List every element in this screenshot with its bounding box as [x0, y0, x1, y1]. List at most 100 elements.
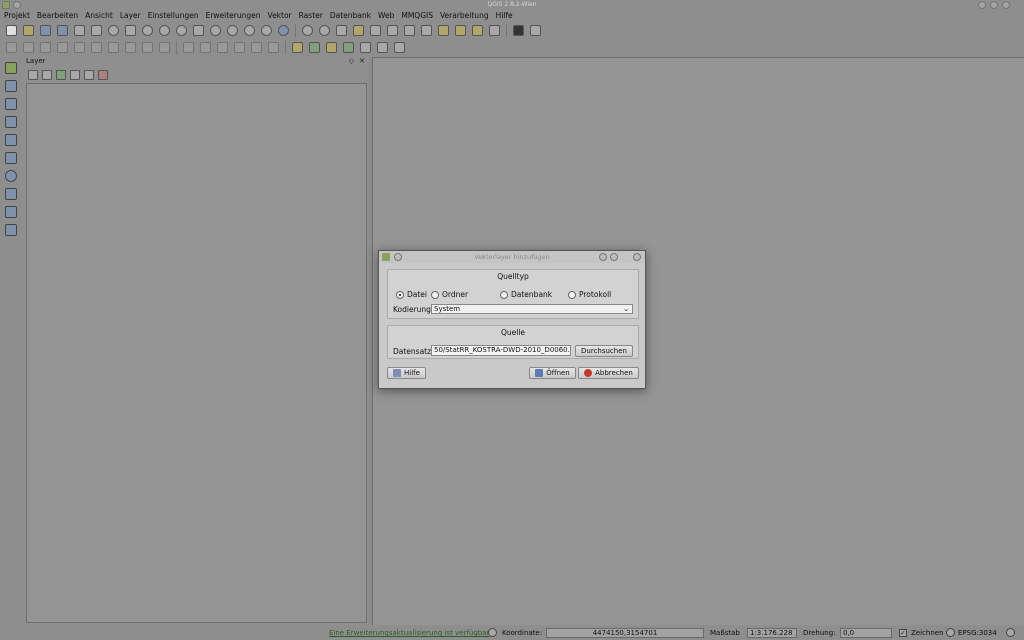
- maximize-button[interactable]: [990, 1, 998, 9]
- menu-projekt[interactable]: Projekt: [4, 10, 30, 22]
- collapse-all-icon[interactable]: [84, 69, 94, 80]
- plugin-update-link[interactable]: Eine Erweiterungsaktualisierung ist verf…: [329, 629, 489, 637]
- menu-ansicht[interactable]: Ansicht: [85, 10, 113, 22]
- render-checkbox[interactable]: ✓: [899, 629, 907, 637]
- zoom-next-button[interactable]: [259, 24, 274, 38]
- filter-legend-icon[interactable]: [56, 69, 66, 80]
- menu-web[interactable]: Web: [378, 10, 394, 22]
- crs-icon[interactable]: [946, 628, 955, 637]
- dialog-minimize-button[interactable]: [599, 253, 607, 261]
- layer-tree[interactable]: [26, 83, 367, 623]
- georeferencer-button[interactable]: [324, 41, 339, 55]
- messages-icon[interactable]: [1006, 628, 1015, 637]
- refresh-icon[interactable]: [276, 24, 291, 38]
- node-tool-button[interactable]: [89, 41, 104, 55]
- composer-manager-button[interactable]: [89, 24, 104, 38]
- encoding-select[interactable]: System ⌄: [431, 304, 633, 314]
- brush-tool-button[interactable]: [358, 41, 373, 55]
- dialog-close-button[interactable]: [633, 253, 641, 261]
- menu-datenbank[interactable]: Datenbank: [330, 10, 371, 22]
- statistics-button[interactable]: [402, 24, 417, 38]
- map-tips-button[interactable]: [436, 24, 451, 38]
- radio-indicator[interactable]: [431, 290, 439, 299]
- move-feature-button[interactable]: [72, 41, 87, 55]
- close-button[interactable]: [1002, 1, 1010, 9]
- coordinate-field[interactable]: 4474150,3154701: [546, 628, 704, 638]
- menu-erweiterungen[interactable]: Erweiterungen: [206, 10, 261, 22]
- save-edits-button[interactable]: [38, 41, 53, 55]
- python-console-button[interactable]: [511, 24, 526, 38]
- pan-map-button[interactable]: [106, 24, 121, 38]
- coordinate-toggle-icon[interactable]: [488, 628, 497, 637]
- python-plugin-button[interactable]: [290, 41, 305, 55]
- identify-features-button[interactable]: [300, 24, 315, 38]
- rotation-field[interactable]: 0,0: [840, 628, 892, 638]
- deselect-button[interactable]: [351, 24, 366, 38]
- menu-vektor[interactable]: Vektor: [268, 10, 292, 22]
- text-annotation-button[interactable]: [487, 24, 502, 38]
- whats-this-button[interactable]: [528, 24, 543, 38]
- show-bookmarks-button[interactable]: [470, 24, 485, 38]
- delete-selected-button[interactable]: [106, 41, 121, 55]
- zoom-layer-button[interactable]: [225, 24, 240, 38]
- menu-raster[interactable]: Raster: [299, 10, 323, 22]
- label-tool-button[interactable]: [181, 41, 196, 55]
- help-button[interactable]: Hilfe: [387, 367, 426, 379]
- action-button[interactable]: [317, 24, 332, 38]
- radio-protocol[interactable]: Protokoll: [568, 290, 611, 299]
- current-edits-button[interactable]: [4, 41, 19, 55]
- change-label-button[interactable]: [266, 41, 281, 55]
- field-calculator-button[interactable]: [368, 24, 383, 38]
- add-raster-layer-icon[interactable]: [4, 78, 19, 93]
- close-panel-icon[interactable]: ✕: [359, 57, 365, 65]
- show-labels-button[interactable]: [215, 41, 230, 55]
- pin-labels-button[interactable]: [198, 41, 213, 55]
- radio-file[interactable]: Datei: [396, 290, 427, 299]
- menu-bearbeiten[interactable]: Bearbeiten: [37, 10, 78, 22]
- menu-mmqgis[interactable]: MMQGIS: [401, 10, 433, 22]
- browse-button[interactable]: Durchsuchen: [575, 345, 633, 357]
- menu-hilfe[interactable]: Hilfe: [496, 10, 513, 22]
- manage-visibility-icon[interactable]: [42, 69, 52, 80]
- radio-indicator[interactable]: [500, 290, 508, 299]
- open-button[interactable]: Öffnen: [529, 367, 576, 379]
- zoom-full-button[interactable]: [191, 24, 206, 38]
- scale-select[interactable]: 1:3.176.228: [747, 628, 797, 638]
- measure-button[interactable]: [419, 24, 434, 38]
- cancel-button[interactable]: Abbrechen: [578, 367, 639, 379]
- add-feature-button[interactable]: [55, 41, 70, 55]
- radio-folder[interactable]: Ordner: [431, 290, 468, 299]
- zoom-native-button[interactable]: [174, 24, 189, 38]
- dataset-input[interactable]: 50/StatRR_KOSTRA-DWD-2010_D0060.shp: [431, 345, 571, 356]
- pan-to-selection-button[interactable]: [123, 24, 138, 38]
- cut-features-button[interactable]: [123, 41, 138, 55]
- move-label-button[interactable]: [232, 41, 247, 55]
- zoom-last-button[interactable]: [242, 24, 257, 38]
- new-bookmark-button[interactable]: [453, 24, 468, 38]
- rotate-label-button[interactable]: [249, 41, 264, 55]
- db-manager-button[interactable]: [375, 41, 390, 55]
- plugin-manager-button[interactable]: [392, 41, 407, 55]
- add-wms-layer-icon[interactable]: [4, 168, 19, 183]
- add-spatialite-layer-icon[interactable]: [4, 114, 19, 129]
- add-oracle-layer-icon[interactable]: [4, 150, 19, 165]
- new-project-button[interactable]: [4, 24, 19, 38]
- add-wfs-layer-icon[interactable]: [4, 204, 19, 219]
- float-panel-icon[interactable]: ◇: [349, 57, 354, 65]
- save-as-button[interactable]: [55, 24, 70, 38]
- toggle-editing-button[interactable]: [21, 41, 36, 55]
- attribute-table-button[interactable]: [385, 24, 400, 38]
- add-postgis-layer-icon[interactable]: [4, 96, 19, 111]
- copy-features-button[interactable]: [140, 41, 155, 55]
- zoom-in-button[interactable]: [140, 24, 155, 38]
- menu-verarbeitung[interactable]: Verarbeitung: [440, 10, 489, 22]
- zoom-selection-button[interactable]: [208, 24, 223, 38]
- radio-indicator[interactable]: [568, 290, 576, 299]
- remove-layer-icon[interactable]: [98, 69, 108, 80]
- gps-tool-button[interactable]: [341, 41, 356, 55]
- menu-layer[interactable]: Layer: [120, 10, 141, 22]
- add-group-icon[interactable]: [28, 69, 38, 80]
- add-delimited-text-icon[interactable]: [4, 222, 19, 237]
- open-project-button[interactable]: [21, 24, 36, 38]
- paste-features-button[interactable]: [157, 41, 172, 55]
